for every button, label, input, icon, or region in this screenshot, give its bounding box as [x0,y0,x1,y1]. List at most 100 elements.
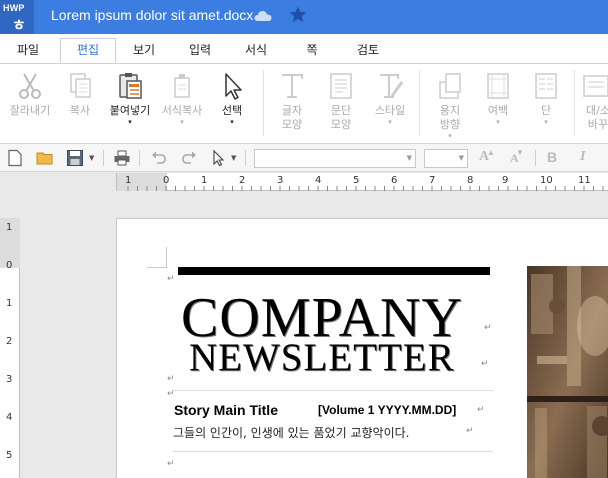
select-pointer-icon[interactable] [210,149,228,167]
vertical-ruler[interactable]: 1 0 1 2 3 4 5 [0,218,20,478]
copy-button[interactable]: 복사 [52,70,108,118]
paper-orientation-dropdown-caret[interactable]: ▾ [422,132,478,140]
paste-dropdown-caret[interactable]: ▾ [102,118,158,126]
style-button[interactable]: 스타일 ▾ [362,70,418,126]
print-icon[interactable] [113,149,131,167]
ruler-label: 1 [125,175,132,186]
select-button[interactable]: 선택 ▾ [204,70,260,126]
cathedral-photo-art [527,266,608,478]
save-icon[interactable] [66,149,84,167]
char-shape-label-1: 글자 [281,104,303,117]
paragraph-mark: ↵ [481,359,489,369]
tab-insert[interactable]: 입력 [178,39,222,64]
ruler-label: 0 [6,260,13,271]
paste-button[interactable]: 붙여넣기 ▾ [102,70,158,126]
page-margins-icon [487,73,509,99]
select-label: 선택 [221,104,243,117]
tab-view[interactable]: 보기 [122,39,166,64]
cursor-arrow-icon [225,73,242,100]
ruler-label: 8 [467,175,474,186]
paragraph-mark: ↵ [466,426,474,436]
paragraph-mark: ↵ [167,374,175,384]
ruler-label: 4 [315,175,322,186]
cloud-icon[interactable] [254,9,272,22]
ruler-label: 9 [502,175,509,186]
font-size-combo[interactable]: ▼ [424,149,468,168]
grow-font-arrow: ▲ [487,148,495,157]
masthead-newsletter[interactable]: NEWSLETTER [189,337,455,379]
title-bar: HWP ㅎ Lorem ipsum dolor sit amet.docx [0,0,608,34]
undo-icon[interactable] [150,149,168,167]
horizontal-ruler[interactable]: 1 0 1 2 3 4 5 6 7 8 9 10 11 [116,173,608,191]
masthead-rule [178,267,490,275]
paragraph-lines-icon [330,73,352,99]
star-icon[interactable] [289,6,307,23]
ruler-label: 1 [6,222,13,233]
chevron-down-icon[interactable]: ▼ [407,154,412,162]
ruler-label: 10 [540,175,553,186]
columns-dropdown-caret[interactable]: ▾ [518,118,574,126]
char-shape-label-2: 모양 [281,118,303,131]
open-folder-icon[interactable] [36,149,54,167]
char-shape-button[interactable]: 글자 모양 [264,70,320,132]
redo-icon[interactable] [180,149,198,167]
ruler-label: 4 [6,412,13,423]
para-shape-label-1: 문단 [330,104,352,117]
cut-button[interactable]: 잘라내기 [2,70,58,118]
para-shape-button[interactable]: 문단 모양 [313,70,369,132]
volume-date[interactable]: [Volume 1 YYYY.MM.DD] [318,403,456,417]
app-logo[interactable]: HWP ㅎ [0,0,34,34]
ruler-label: 1 [6,298,13,309]
section-divider [173,451,493,452]
section-divider [173,390,493,391]
ribbon: 잘라내기 복사 붙여넣기 ▾ 서식복사 ▾ 선택 ▾ 글자 모양 문단 모양 스… [0,64,608,144]
paragraph-mark: ↵ [484,323,492,333]
ribbon-separator [574,70,575,136]
save-dropdown-caret[interactable]: ▼ [89,154,94,162]
paste-label: 붙여넣기 [109,104,151,117]
ruler-label: 6 [391,175,398,186]
paragraph-mark: ↵ [477,405,485,415]
style-dropdown-caret[interactable]: ▾ [362,118,418,126]
tab-format[interactable]: 서식 [234,39,278,64]
italic-button[interactable]: I [580,149,585,165]
chevron-down-icon[interactable]: ▼ [459,154,464,162]
style-brush-icon [380,74,404,98]
ruler-label: 3 [6,374,13,385]
select-dropdown-caret[interactable]: ▾ [204,118,260,126]
case-change-label-1: 대/소 [586,104,608,117]
ruler-label: 0 [163,175,170,186]
ruler-label: 5 [353,175,360,186]
tab-file[interactable]: 파일 [6,39,50,64]
case-change-label-2: 바꾸 [587,118,608,131]
cut-label: 잘라내기 [9,104,51,117]
tab-review[interactable]: 검토 [346,39,390,64]
select-pointer-dropdown-caret[interactable]: ▼ [231,154,236,162]
columns-icon [535,73,557,99]
cathedral-photo[interactable] [527,266,608,478]
body-text[interactable]: 그들의 인간이, 인생에 있는 품었기 교향악이다. [173,424,409,441]
paragraph-mark: ↵ [167,274,175,284]
ruler-label: 7 [429,175,436,186]
document-title[interactable]: Lorem ipsum dolor sit amet.docx [51,7,253,23]
columns-button[interactable]: 단 ▾ [518,70,574,126]
tab-edit[interactable]: 편집 [60,38,116,63]
shrink-font-arrow: ▼ [516,148,524,157]
margin-corner-mark [166,247,167,267]
story-title[interactable]: Story Main Title [174,402,278,418]
columns-label: 단 [540,104,552,117]
quick-toolbar: ▼ ▼ ▼ ▼ A ▲ A ▼ B I [0,144,608,172]
format-copy-button[interactable]: 서식복사 ▾ [154,70,210,126]
toolbar-separator [103,150,104,166]
case-change-button[interactable]: 대/소 바꾸 [578,70,608,132]
new-document-icon[interactable] [6,149,24,167]
bold-button[interactable]: B [547,149,557,165]
tab-page[interactable]: 쪽 [296,39,328,64]
font-name-combo[interactable]: ▼ [254,149,416,168]
ribbon-separator [419,70,420,136]
page-rotate-icon [439,73,461,99]
app-logo-label: HWP [3,3,25,13]
case-change-icon [583,75,608,97]
format-copy-dropdown-caret[interactable]: ▾ [154,118,210,126]
document-page[interactable]: ↵ COMPANY ↵ NEWSLETTER ↵ ↵ ↵ Story Main … [116,218,608,478]
